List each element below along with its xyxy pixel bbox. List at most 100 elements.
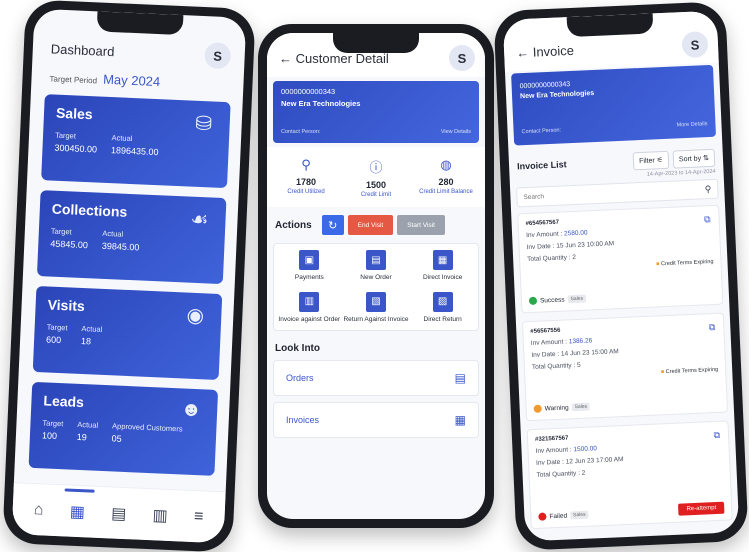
direct-invoice-action[interactable]: ▦ Direct Invoice <box>409 250 476 282</box>
qty-label: Total Quantity : <box>531 362 576 371</box>
filter-button[interactable]: Filter ⚟ <box>632 150 670 171</box>
end-visit-button[interactable]: End Visit <box>347 215 394 236</box>
filter-label: Filter <box>639 157 655 166</box>
date-label: Inv Date : <box>535 458 565 467</box>
amount-label: Inv Amount : <box>525 230 563 240</box>
status-chip: Sales <box>569 510 589 520</box>
invoices-row[interactable]: Invoices ▦ <box>273 401 479 438</box>
phone-customer-detail: ← Customer Detail S 0000000000343 New Er… <box>258 24 494 528</box>
re-attempt-button[interactable]: Re-attempt <box>678 501 725 516</box>
success-icon <box>528 296 538 306</box>
customer-number: 0000000000343 <box>281 87 336 96</box>
credit-summary: ⚲ 1780 Credit Utilized ⓘ 1500 Credit Lim… <box>267 147 485 208</box>
avatar[interactable]: S <box>681 30 709 59</box>
copy-icon[interactable]: ⧉ <box>704 214 711 225</box>
page-title-text: Invoice <box>532 42 575 60</box>
target-period-select[interactable]: May 2024 <box>103 72 161 89</box>
store-icon[interactable]: ▥ <box>152 505 168 526</box>
credit-value: 1780 <box>295 177 317 187</box>
menu-icon[interactable]: ≡ <box>194 508 204 526</box>
sales-card[interactable]: Sales Target 300450.00 Actual 1896435.00 ⛁ <box>41 94 231 189</box>
direct-invoice-icon: ▦ <box>432 250 453 271</box>
actions-row: Actions ↻ End Visit Start Visit <box>267 207 485 241</box>
collections-card[interactable]: Collections Target 45845.00 Actual 39845.0… <box>36 190 227 285</box>
action-label: Payments <box>294 274 324 282</box>
view-details-link[interactable]: View Details <box>441 129 471 135</box>
failed-icon <box>538 512 547 521</box>
payments-action[interactable]: ▣ Payments <box>276 250 343 282</box>
orders-label: Orders <box>286 372 314 383</box>
warning-icon <box>533 404 542 413</box>
sort-button[interactable]: Sort by ⇅ <box>672 148 716 169</box>
credit-value: 1500 <box>365 180 387 190</box>
action-label: Direct Invoice <box>422 274 463 282</box>
credit-label: Credit Utilized <box>287 189 325 195</box>
amount-value: 1386.26 <box>568 337 593 346</box>
sync-button[interactable]: ↻ <box>321 215 344 236</box>
status-label: Success <box>539 295 565 305</box>
return-against-invoice-action[interactable]: ▧ Return Against Invoice <box>343 291 410 324</box>
copy-icon[interactable]: ⧉ <box>713 430 720 441</box>
invoice-order-icon: ▥ <box>299 291 320 312</box>
dashboard-screen: Dashboard S Target Period May 2024 Sales… <box>11 8 247 544</box>
invoice-item[interactable]: #321567567 Inv Amount : 1500.00 Inv Date… <box>526 420 733 530</box>
copy-icon[interactable]: ⧉ <box>709 322 716 333</box>
start-visit-button[interactable]: Start Visit <box>397 215 445 236</box>
new-order-action[interactable]: ▤ New Order <box>343 250 410 282</box>
invoice-against-order-action[interactable]: ▥ Invoice against Order <box>276 291 343 324</box>
notch <box>566 13 654 38</box>
balance-icon: ◍ <box>440 157 452 172</box>
actual-label: Actual <box>77 419 99 430</box>
more-details-link[interactable]: More Details <box>676 121 707 128</box>
back-arrow-icon[interactable]: ← <box>516 44 533 60</box>
amount-value: 2580.00 <box>563 229 588 238</box>
date-value: 14 Jun 23 15:00 AM <box>560 348 619 358</box>
visits-card[interactable]: Visits Target 600 Actual 18 ◉ <box>32 285 223 381</box>
home-icon[interactable]: ⌂ <box>33 501 44 519</box>
credit-terms-tag: Credit Terms Expiring <box>661 367 719 375</box>
look-into-title: Look Into <box>275 342 320 354</box>
invoice-screen: ← Invoice S 0000000000343 New Era Techno… <box>502 10 740 542</box>
customer-card: 0000000000343 New Era Technologies Conta… <box>511 64 717 146</box>
status-chip: Sales <box>571 402 591 412</box>
building-icon[interactable]: ▤ <box>111 503 127 524</box>
search-input[interactable] <box>523 187 674 201</box>
invoice-item[interactable]: #56567556 Inv Amount : 1386.26 Inv Date … <box>521 312 729 422</box>
search-icon[interactable]: ⚲ <box>704 183 711 194</box>
credit-utilized: ⚲ 1780 Credit Utilized <box>276 157 336 199</box>
direct-return-action[interactable]: ▨ Direct Return <box>409 291 476 324</box>
grid-icon[interactable]: ▦ <box>69 501 85 522</box>
target-label: Target <box>54 130 77 141</box>
credit-value: 280 <box>438 177 454 187</box>
actual-label: Actual <box>81 323 103 334</box>
payments-icon: ▣ <box>299 250 320 271</box>
start-visit-label: Start Visit <box>407 221 435 229</box>
target-label: Target <box>50 226 72 237</box>
clipboard-icon: ▤ <box>454 370 466 385</box>
hand-coins-icon: ⛁ <box>194 112 213 136</box>
invoice-item[interactable]: #654567567 Inv Amount : 2580.00 Inv Date… <box>517 204 724 314</box>
actual-value: 19 <box>76 431 88 443</box>
direct-return-icon: ▨ <box>432 291 453 312</box>
qty-value: 5 <box>576 361 581 369</box>
avatar[interactable]: S <box>204 42 232 70</box>
status-badge: Warning Sales <box>533 402 591 413</box>
action-label: Invoice against Order <box>278 315 341 323</box>
return-invoice-icon: ▧ <box>365 291 386 312</box>
bottom-nav: ⌂ ▦ ▤ ▥ ≡ <box>11 482 226 544</box>
back-arrow-icon[interactable]: ← <box>279 51 296 66</box>
actual-value: 39845.00 <box>101 240 140 253</box>
action-label: Return Against Invoice <box>343 315 409 323</box>
status-label: Failed <box>549 512 568 520</box>
orders-row[interactable]: Orders ▤ <box>273 359 479 396</box>
actual-label: Actual <box>102 228 124 239</box>
credit-utilized-icon: ⚲ <box>301 157 311 172</box>
action-label: Direct Return <box>423 315 462 323</box>
credit-limit-balance: ◍ 280 Credit Limit Balance <box>416 157 476 199</box>
avatar[interactable]: S <box>449 45 475 71</box>
page-title: ← Invoice <box>516 42 574 60</box>
actual-value: 1896435.00 <box>110 145 159 158</box>
leads-card[interactable]: Leads Target 100 Actual 19 Approved Custom… <box>28 381 219 476</box>
invoice-list-title: Invoice List <box>516 159 567 172</box>
amount-label: Inv Amount : <box>530 338 568 347</box>
